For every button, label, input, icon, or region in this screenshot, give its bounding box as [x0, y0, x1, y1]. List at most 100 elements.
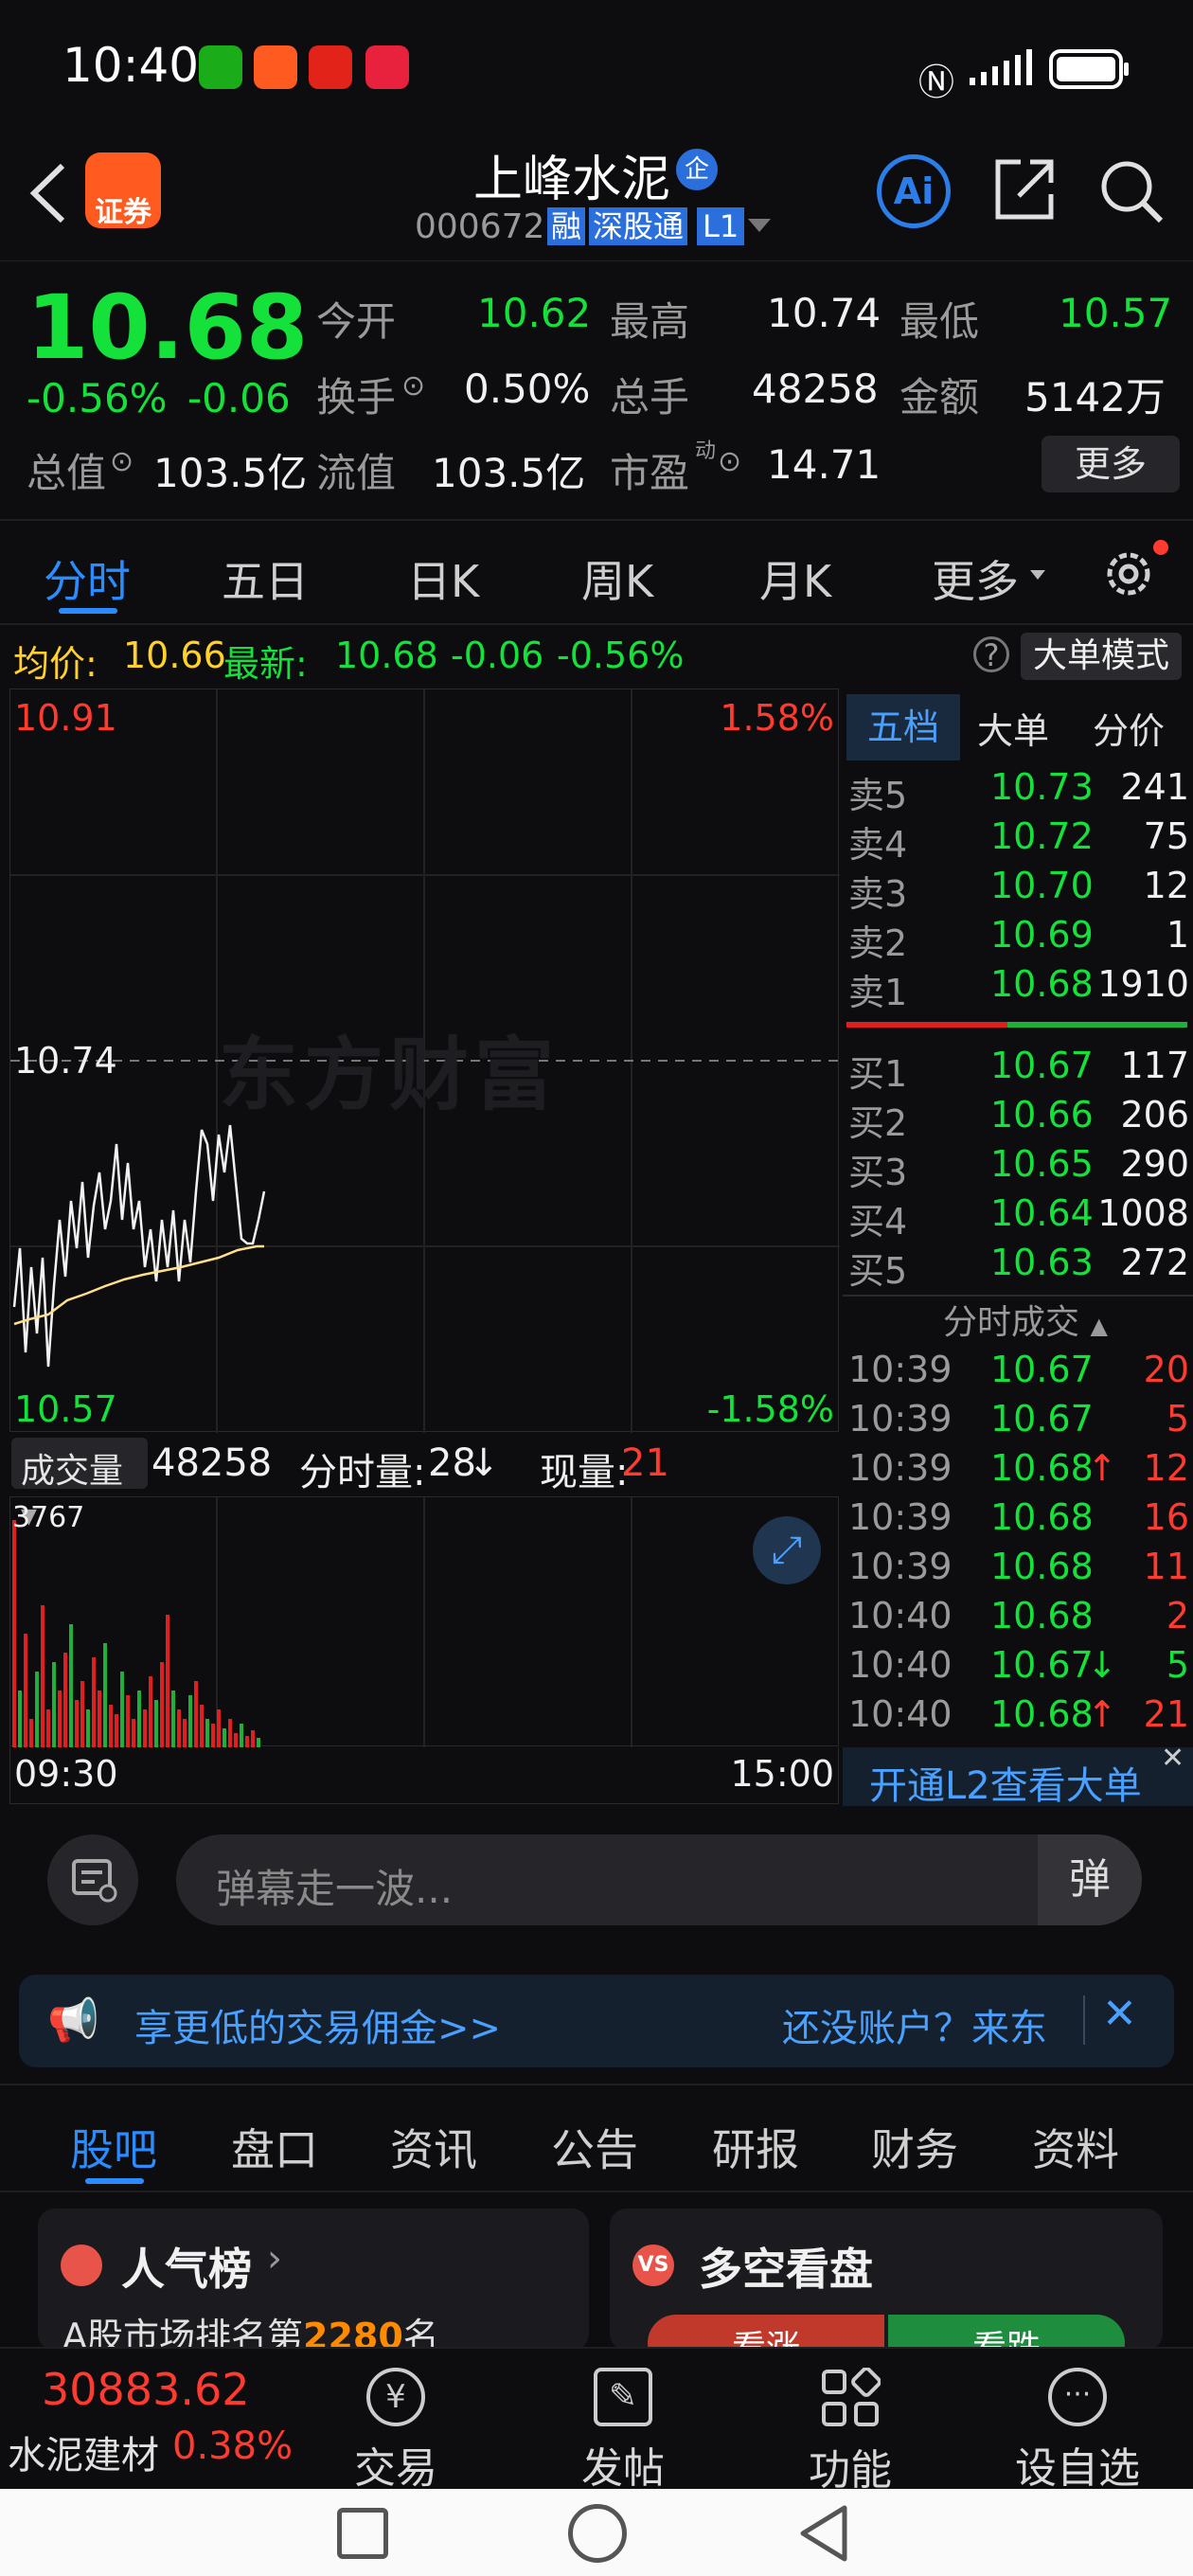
tab-price-dist[interactable]: 分价	[1093, 702, 1165, 754]
tab-news[interactable]: 资讯	[390, 2116, 477, 2178]
tab-orderflow[interactable]: 盘口	[231, 2116, 318, 2178]
more-button[interactable]: 更多	[1042, 436, 1180, 492]
gear-icon[interactable]	[1098, 544, 1159, 604]
sector-pct[interactable]: 0.38%	[172, 2424, 293, 2468]
home-icon[interactable]	[568, 2504, 627, 2563]
last-pct: -0.56%	[557, 635, 685, 676]
chevron-down-icon[interactable]	[748, 219, 771, 232]
tab-daily-k[interactable]: 日K	[407, 547, 479, 610]
tab-5day[interactable]: 五日	[222, 547, 309, 610]
recent-apps-icon[interactable]	[337, 2508, 388, 2559]
ask-row: 卖4 10.72 75	[848, 815, 1189, 866]
bear-button[interactable]: 看跌	[888, 2315, 1125, 2351]
volume-chart[interactable]: 3767 ⤢	[9, 1496, 839, 1747]
grid-icon	[822, 2368, 881, 2426]
big-order-mode-button[interactable]: 大单模式	[1021, 633, 1182, 680]
yen-icon: ¥	[366, 2368, 425, 2426]
ticks-title[interactable]: 分时成交 ▲	[943, 1295, 1108, 1344]
add-watchlist-button[interactable]: ··· 设自选	[1002, 2368, 1153, 2495]
post-button[interactable]: ✎ 发帖	[547, 2368, 699, 2495]
pe-value: 14.71	[767, 441, 881, 488]
volume-total: 48258	[151, 1441, 273, 1485]
securities-app-logo[interactable]: 证券	[85, 152, 161, 229]
close-icon[interactable]: ✕	[1102, 1990, 1137, 2038]
popularity-desc: A股市场排名第2280名	[62, 2307, 439, 2351]
bid-strength-bar	[1007, 1022, 1187, 1028]
sector-index-value[interactable]: 30883.62	[42, 2364, 250, 2415]
tag-margin: 融	[547, 207, 586, 245]
promo-banner[interactable]: 📢 享更低的交易佣金>> 还没账户？来东 ✕	[19, 1975, 1174, 2067]
intraday-chart[interactable]: 东方财富 10.91 1.58% 10.74 10.57 -1.58%	[9, 689, 840, 1433]
chevron-down-icon	[1030, 570, 1045, 580]
stock-header: 证券 上峰水泥 企 000672 融 深股通 L1 Ai	[0, 137, 1193, 260]
amount-value: 5142万	[1024, 374, 1166, 420]
tab-more[interactable]: 更多	[932, 547, 1019, 610]
volume-bars	[12, 1497, 632, 1747]
danmu-toggle-button[interactable]: 弹	[1038, 1834, 1142, 1925]
bull-bear-card[interactable]: VS 多空看盘 看涨 看跌	[610, 2209, 1163, 2351]
float-label: 流值	[316, 450, 397, 496]
status-bar: 10:40 Ⓝ	[0, 0, 1193, 137]
info-icon[interactable]: ⊙	[718, 445, 741, 478]
trade-button[interactable]: ¥ 交易	[320, 2368, 472, 2495]
danmu-input[interactable]: 弹幕走一波... 弹	[176, 1834, 1142, 1925]
tab-research[interactable]: 研报	[712, 2116, 799, 2178]
tick-row: 10:39 10.68 11	[848, 1546, 1189, 1587]
y-mid-label: 10.74	[14, 1040, 117, 1082]
bid-row: 买1 10.67 117	[848, 1045, 1189, 1095]
trade-label: 交易	[354, 2444, 437, 2493]
bull-button[interactable]: 看涨	[648, 2315, 884, 2351]
tab-weekly-k[interactable]: 周K	[581, 547, 653, 610]
l2-upsell-banner[interactable]: 开通L2查看大单	[843, 1747, 1193, 1808]
mktcap-value: 103.5亿	[153, 450, 308, 496]
avg-price-row: 均价: 10.66 最新: 10.68 -0.06 -0.56% ? 大单模式	[0, 627, 1193, 688]
tick-row: 10:39 10.67 5	[848, 1398, 1189, 1440]
volume-label: 总手	[610, 374, 690, 420]
ask-row: 卖1 10.68 1910	[848, 963, 1189, 1013]
ai-button[interactable]: Ai	[877, 154, 951, 228]
tab-profile[interactable]: 资料	[1032, 2116, 1119, 2178]
back-nav-icon[interactable]	[795, 2502, 852, 2565]
tab-financials[interactable]: 财务	[871, 2116, 958, 2178]
tab-five-levels[interactable]: 五档	[846, 694, 960, 760]
app-gallery-icon	[365, 45, 409, 89]
volume-selector[interactable]: 成交量 ▼	[11, 1438, 148, 1529]
tab-forum[interactable]: 股吧	[70, 2116, 157, 2178]
low-label: 最低	[899, 298, 980, 345]
float-value: 103.5亿	[432, 450, 586, 496]
info-icon[interactable]: ⊙	[401, 369, 425, 402]
volume-value: 48258	[752, 366, 879, 412]
functions-button[interactable]: 功能	[775, 2368, 926, 2496]
help-icon[interactable]: ?	[973, 636, 1009, 672]
tag-sz-connect: 深股通	[589, 207, 688, 245]
status-time: 10:40	[62, 38, 200, 93]
tab-intraday[interactable]: 分时	[44, 547, 131, 610]
promo-left-text[interactable]: 享更低的交易佣金>>	[134, 1997, 501, 2052]
tab-big-orders[interactable]: 大单	[977, 702, 1049, 754]
back-icon[interactable]	[27, 160, 68, 226]
tab-announcements[interactable]: 公告	[551, 2116, 638, 2178]
promo-right-text[interactable]: 还没账户？来东	[782, 1997, 1081, 2052]
info-icon[interactable]: ⊙	[110, 445, 134, 478]
volume-selector-label: 成交量	[21, 1452, 124, 1491]
search-icon[interactable]	[1098, 158, 1165, 224]
cards-row: 人气榜 › A股市场排名第2280名 VS 多空看盘 看涨 看跌	[0, 2197, 1193, 2351]
tab-indicator	[85, 2178, 144, 2184]
mktcap-label: 总值	[27, 450, 107, 496]
arrow-down-icon: ↓	[468, 1441, 500, 1485]
expand-icon[interactable]: ⤢	[753, 1516, 821, 1584]
danmu-placeholder: 弹幕走一波...	[216, 1866, 454, 1912]
bid-row: 买5 10.63 272	[848, 1242, 1189, 1292]
tag-l1: L1	[697, 207, 745, 245]
y-top-label: 10.91	[14, 697, 117, 739]
open-label: 今开	[316, 298, 397, 345]
danmu-settings-icon[interactable]	[47, 1834, 138, 1925]
tab-monthly-k[interactable]: 月K	[759, 547, 831, 610]
popularity-card[interactable]: 人气榜 › A股市场排名第2280名	[38, 2209, 589, 2351]
share-icon[interactable]	[992, 156, 1057, 223]
chart-tabs: 分时 五日 日K 周K 月K 更多	[0, 519, 1193, 625]
close-icon[interactable]: ✕	[1161, 1742, 1184, 1775]
sector-name[interactable]: 水泥建材	[8, 2424, 159, 2479]
chevron-right-icon: ›	[267, 2237, 282, 2281]
bull-bear-title: 多空看盘	[699, 2244, 873, 2295]
